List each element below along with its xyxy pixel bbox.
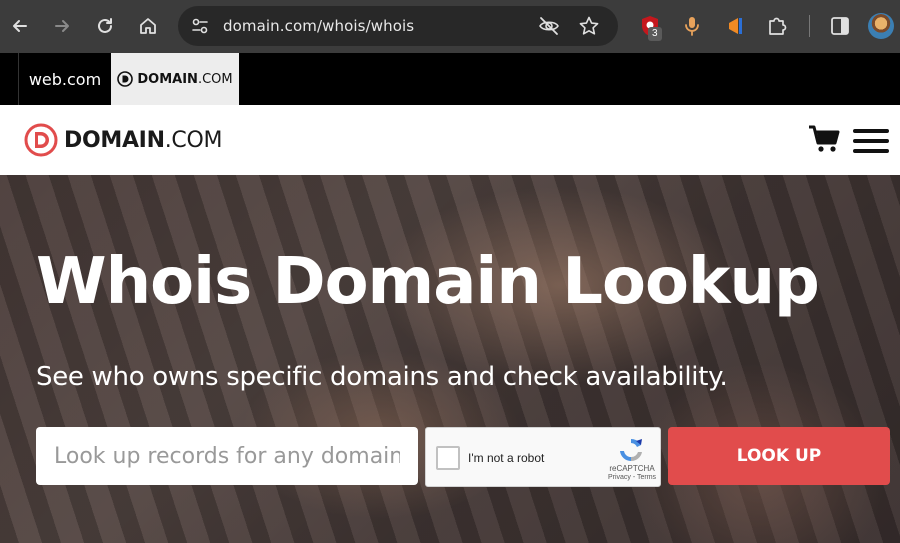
microphone-icon[interactable] <box>680 14 704 38</box>
eye-off-icon[interactable] <box>538 16 560 36</box>
site-header: DOMAIN.COM <box>0 105 900 175</box>
domain-search-input[interactable] <box>36 427 418 485</box>
brand-tab-bar: web.com DOMAIN.COM <box>0 53 900 105</box>
tab-web-com[interactable]: web.com <box>19 53 111 105</box>
site-logo[interactable]: DOMAIN.COM <box>24 123 222 157</box>
extension-icon[interactable] <box>724 14 748 38</box>
side-panel-icon[interactable] <box>828 14 852 38</box>
hamburger-menu-icon[interactable] <box>853 129 889 153</box>
extension-badge: 3 <box>648 27 662 41</box>
hero-section: Whois Domain Lookup See who owns specifi… <box>0 175 900 543</box>
back-arrow-icon[interactable] <box>8 14 32 38</box>
cart-icon[interactable] <box>808 124 840 154</box>
logo-bold-text: DOMAIN <box>64 127 165 153</box>
look-up-button[interactable]: LOOK UP <box>668 427 890 485</box>
star-icon[interactable] <box>578 15 600 37</box>
recaptcha-icon <box>620 438 642 462</box>
home-icon[interactable] <box>136 14 160 38</box>
tab-domain-thin: .COM <box>197 71 233 87</box>
reload-icon[interactable] <box>93 14 117 38</box>
toolbar-divider <box>809 15 810 37</box>
domain-logo-icon <box>117 71 134 87</box>
logo-thin-text: .COM <box>164 127 223 153</box>
tab-domain-com[interactable]: DOMAIN.COM <box>111 53 239 105</box>
profile-avatar[interactable] <box>868 13 894 39</box>
page-title: Whois Domain Lookup <box>36 245 820 319</box>
browser-toolbar: domain.com/whois/whois 3 <box>0 0 900 53</box>
tab-domain-bold: DOMAIN <box>137 71 198 87</box>
recaptcha-checkbox[interactable] <box>436 446 460 470</box>
tab-web-label: web.com <box>28 69 102 89</box>
recaptcha-label: I'm not a robot <box>468 451 545 465</box>
puzzle-icon[interactable] <box>765 14 789 38</box>
recaptcha-links[interactable]: Privacy - Terms <box>606 474 658 481</box>
address-bar[interactable]: domain.com/whois/whois <box>178 6 618 46</box>
recaptcha-widget: I'm not a robot reCAPTCHA Privacy - Term… <box>425 427 661 487</box>
recaptcha-brand: reCAPTCHA <box>609 464 655 473</box>
hero-subtitle: See who owns specific domains and check … <box>36 362 728 392</box>
domain-logo-icon <box>24 123 58 157</box>
url-text[interactable]: domain.com/whois/whois <box>223 17 414 35</box>
site-settings-icon[interactable] <box>190 16 210 36</box>
forward-arrow-icon[interactable] <box>50 14 74 38</box>
